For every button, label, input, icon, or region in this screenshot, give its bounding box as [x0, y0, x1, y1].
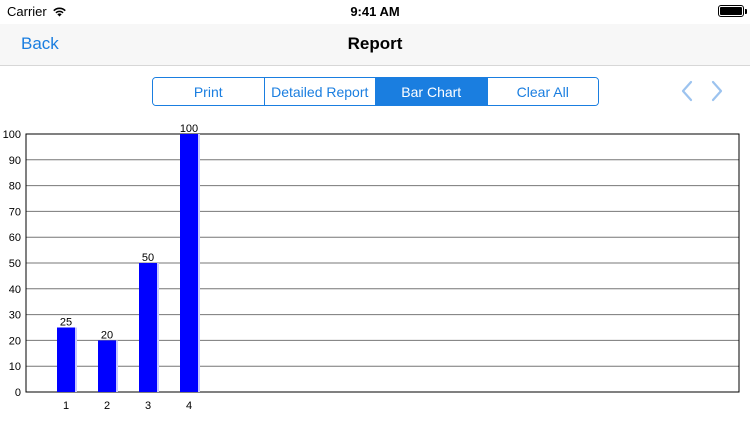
y-tick-label: 0 [15, 387, 21, 399]
data-label: 100 [180, 123, 198, 135]
chevron-right-icon[interactable] [710, 80, 724, 102]
y-tick-label: 40 [9, 284, 21, 296]
y-tick-label: 70 [9, 206, 21, 218]
battery-icon [718, 5, 747, 17]
bar-chart: 0 10 20 30 40 50 60 70 80 90 100 25 1 20 2 50 3 100 4 [3, 123, 740, 412]
segment-clear-all[interactable]: Clear All [487, 78, 598, 105]
x-tick-label: 4 [186, 400, 192, 412]
x-tick-label: 3 [145, 400, 151, 412]
segment-bar-chart[interactable]: Bar Chart [376, 78, 488, 105]
bar [139, 263, 157, 392]
x-tick-label: 2 [104, 400, 110, 412]
bar [57, 327, 75, 392]
segment-detailed-report[interactable]: Detailed Report [264, 78, 376, 105]
x-tick-label: 1 [63, 400, 69, 412]
y-tick-label: 50 [9, 258, 21, 270]
status-time: 9:41 AM [350, 4, 400, 19]
y-tick-label: 60 [9, 232, 21, 244]
y-tick-label: 90 [9, 155, 21, 167]
chevron-left-icon[interactable] [680, 80, 694, 102]
y-tick-label: 80 [9, 181, 21, 193]
y-tick-label: 100 [3, 129, 21, 141]
y-tick-label: 10 [9, 361, 21, 373]
y-tick-label: 30 [9, 310, 21, 322]
segment-print[interactable]: Print [153, 78, 265, 105]
data-label: 25 [60, 317, 72, 329]
navigation-bar: Back Report [0, 24, 750, 66]
bar [98, 340, 116, 392]
status-bar: Carrier 9:41 AM [0, 0, 750, 24]
data-label: 50 [142, 252, 154, 264]
bar [180, 134, 198, 392]
page-title: Report [347, 34, 403, 53]
data-label: 20 [101, 329, 113, 341]
y-tick-label: 20 [9, 335, 21, 347]
report-segmented-control: Print Detailed Report Bar Chart Clear Al… [152, 77, 599, 106]
